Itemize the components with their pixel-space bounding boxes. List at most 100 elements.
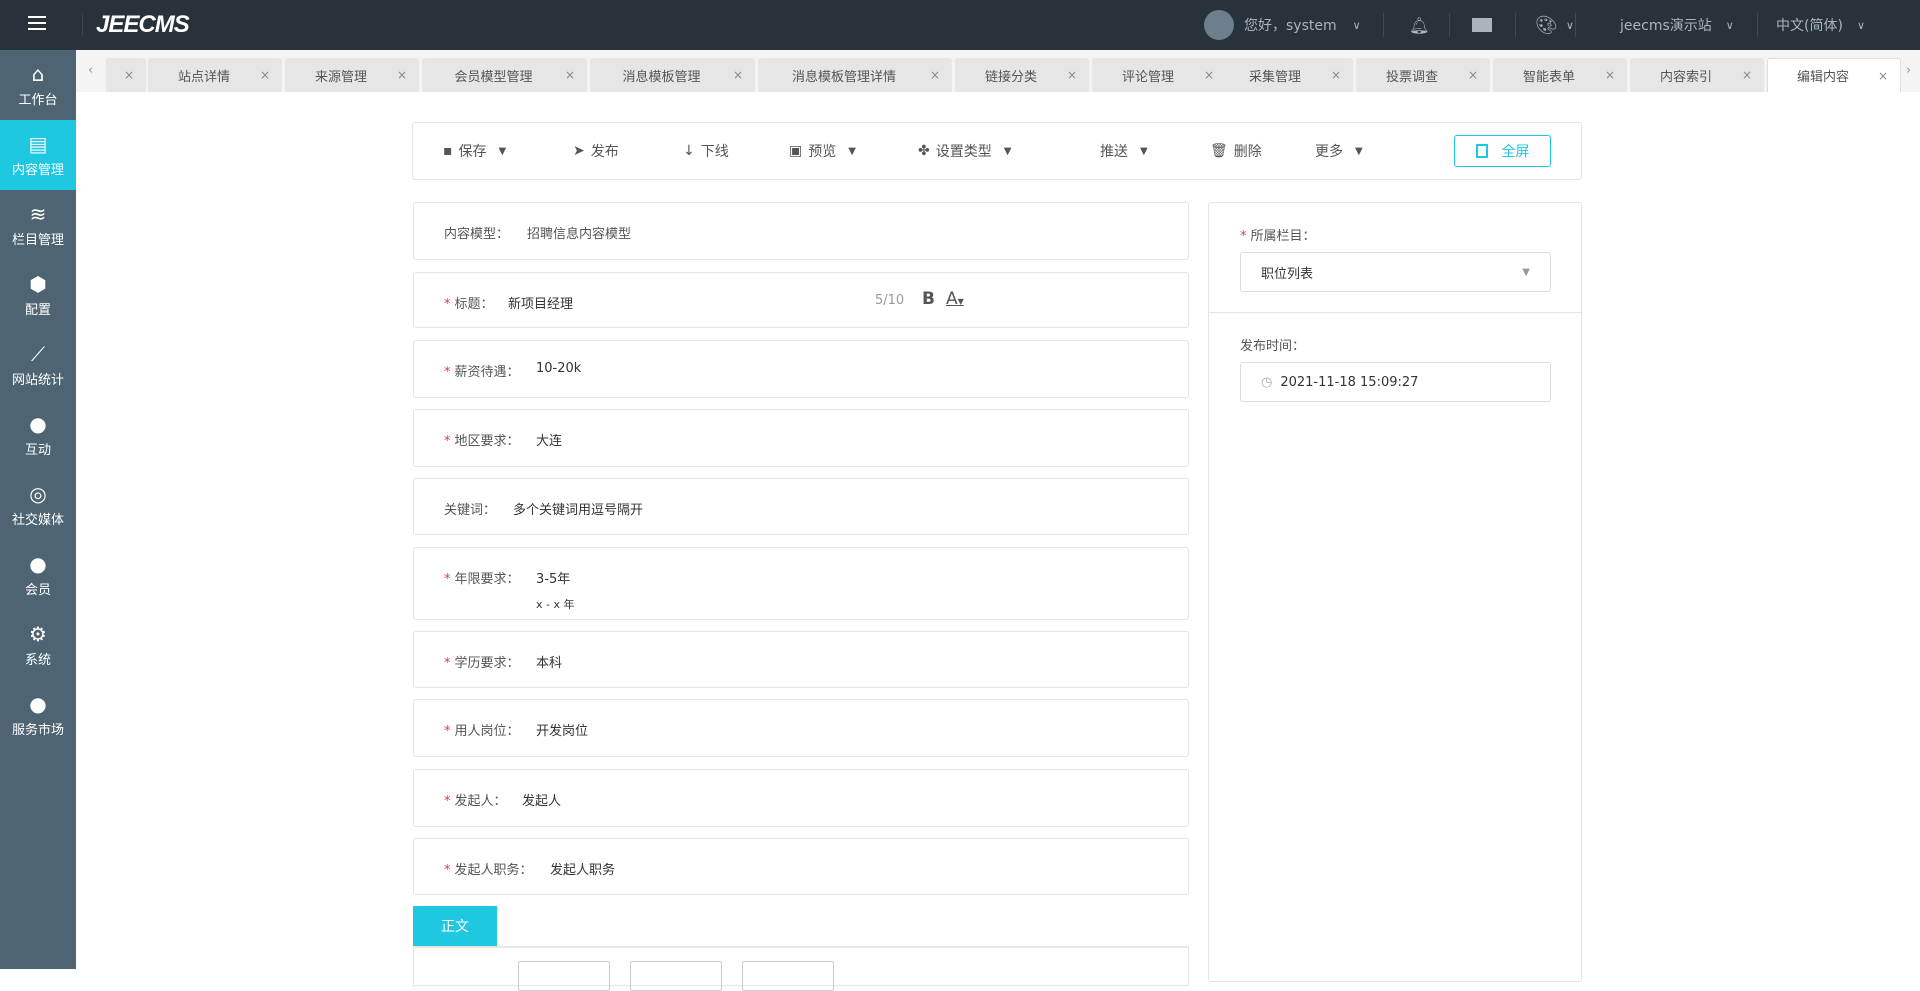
years-input[interactable]: 3-5年 xyxy=(536,568,570,587)
sidebar-item-label: 社交媒体 xyxy=(11,512,64,528)
field-label: 关键词： xyxy=(444,503,497,518)
tab-body[interactable]: 正文 xyxy=(413,906,497,946)
tab[interactable]: 站点详情 × xyxy=(148,58,282,92)
sidebar-item-stats[interactable]: ⟋ 网站统计 xyxy=(0,330,76,400)
tab[interactable]: 评论管理 × xyxy=(1092,58,1226,92)
sidebar-item-label: 互动 xyxy=(24,442,51,458)
sidebar-item-label: 配置 xyxy=(24,302,51,318)
keywords-input[interactable]: 多个关键词用逗号隔开 xyxy=(513,499,643,518)
close-icon[interactable]: × xyxy=(1067,68,1089,82)
tab-edit-content[interactable]: 编辑内容 × xyxy=(1767,58,1901,92)
toolbar: ▪ 保存 ▼ ➤ 发布 ↓ 下线 ▣ 预览 ▼ ✤ 设置类型 ▼ 推送 ▼ 🗑︎ 删除 更多 ▼ 全屏 xyxy=(412,122,1582,180)
push-button[interactable]: 推送 ▼ xyxy=(1100,141,1148,161)
document-icon: ▤ xyxy=(28,131,48,156)
sidebar-item-member[interactable]: ● 会员 xyxy=(0,540,76,610)
monitor-icon[interactable] xyxy=(1472,0,1492,50)
close-icon[interactable]: × xyxy=(124,68,146,82)
bell-icon[interactable]: 🔔︎ xyxy=(1409,0,1429,50)
set-type-button[interactable]: ✤ 设置类型 ▼ xyxy=(918,141,1011,161)
fullscreen-icon xyxy=(1475,144,1488,158)
initiator-input[interactable]: 发起人 xyxy=(522,790,561,809)
post-input[interactable]: 开发岗位 xyxy=(536,720,588,739)
sidebar-item-config[interactable]: ⬢ 配置 xyxy=(0,260,76,330)
education-input[interactable]: 本科 xyxy=(536,652,562,671)
tab[interactable]: 来源管理 × xyxy=(285,58,419,92)
bold-icon[interactable]: B xyxy=(922,289,935,309)
tab[interactable]: × xyxy=(106,58,146,92)
delete-button[interactable]: 🗑︎ 删除 xyxy=(1210,141,1262,161)
tab[interactable]: 链接分类 × xyxy=(955,58,1089,92)
channel-label: * 所属栏目： xyxy=(1240,229,1316,244)
close-icon[interactable]: × xyxy=(930,68,952,82)
sidebar-item-interaction[interactable]: ● 互动 xyxy=(0,400,76,470)
chevron-down-icon: ∨ xyxy=(1725,18,1734,32)
close-icon[interactable]: × xyxy=(733,68,755,82)
offline-button[interactable]: ↓ 下线 xyxy=(683,141,729,161)
chart-icon: ⟋ xyxy=(31,341,45,366)
close-icon[interactable]: × xyxy=(565,68,587,82)
language-selector[interactable]: 中文(简体) ∨ xyxy=(1776,0,1865,50)
menu-toggle-icon[interactable] xyxy=(28,16,46,32)
label: 更多 xyxy=(1315,144,1343,160)
user-menu[interactable]: 您好，system ∨ xyxy=(1204,0,1361,50)
tabs-scroll-left-icon[interactable]: ‹ xyxy=(88,63,93,78)
preview-button[interactable]: ▣ 预览 ▼ xyxy=(789,141,856,161)
region-row: * 地区要求： 大连 xyxy=(413,409,1189,467)
close-icon[interactable]: × xyxy=(1878,69,1900,83)
sidebar-item-label: 服务市场 xyxy=(11,722,64,738)
content-model-value: 招聘信息内容模型 xyxy=(527,227,632,242)
field-label: 发起人职务： xyxy=(454,863,533,878)
publish-button[interactable]: ➤ 发布 xyxy=(573,141,619,161)
rich-text-editor[interactable] xyxy=(413,946,1189,991)
chat-icon: ● xyxy=(29,411,47,436)
close-icon[interactable]: × xyxy=(1742,68,1764,82)
editor-select[interactable] xyxy=(518,961,610,991)
chevron-down-icon: ∨ xyxy=(1352,18,1361,32)
char-count: 5/10 xyxy=(875,293,905,308)
tab[interactable]: 采集管理 × xyxy=(1219,58,1353,92)
initiator-row: * 发起人： 发起人 xyxy=(413,769,1189,827)
sidebar-item-system[interactable]: ⚙︎ 系统 xyxy=(0,610,76,680)
initiator-title-input[interactable]: 发起人职务 xyxy=(550,859,615,878)
save-button[interactable]: ▪ 保存 ▼ xyxy=(443,141,506,161)
home-icon: ⌂ xyxy=(31,61,45,86)
fullscreen-button[interactable]: 全屏 xyxy=(1454,135,1551,167)
tab[interactable]: 会员模型管理 × xyxy=(422,58,587,92)
close-icon[interactable]: × xyxy=(397,68,419,82)
sidebar-item-label: 工作台 xyxy=(18,92,58,108)
close-icon[interactable]: × xyxy=(1468,68,1490,82)
title-input[interactable]: 新项目经理 xyxy=(508,293,573,312)
channel-select[interactable]: 职位列表 ▼ xyxy=(1240,252,1551,292)
field-label: 学历要求： xyxy=(454,656,520,671)
editor-select[interactable] xyxy=(630,961,722,991)
site-selector[interactable]: jeecms演示站 ∨ xyxy=(1620,0,1734,50)
salary-input[interactable]: 10-20k xyxy=(536,361,581,376)
close-icon[interactable]: × xyxy=(1331,68,1353,82)
tab-label: 内容索引 xyxy=(1659,69,1712,85)
label: 全屏 xyxy=(1501,144,1530,160)
tab[interactable]: 内容索引 × xyxy=(1630,58,1764,92)
tab-label: 站点详情 xyxy=(177,69,230,85)
publish-time-input[interactable]: ◷ 2021-11-18 15:09:27 xyxy=(1240,362,1551,402)
close-icon[interactable]: × xyxy=(1605,68,1627,82)
tabs-scroll-right-icon[interactable]: › xyxy=(1906,63,1911,78)
tab[interactable]: 消息模板管理 × xyxy=(590,58,755,92)
close-icon[interactable]: × xyxy=(260,68,282,82)
sidebar-item-content[interactable]: ▤ 内容管理 xyxy=(0,120,76,190)
layers-icon: ≋ xyxy=(29,201,47,226)
caret-down-icon: ▼ xyxy=(1522,266,1530,278)
sidebar-item-workbench[interactable]: ⌂ 工作台 xyxy=(0,50,76,120)
sidebar-item-channel[interactable]: ≋ 栏目管理 xyxy=(0,190,76,260)
tab[interactable]: 投票调查 × xyxy=(1356,58,1490,92)
more-button[interactable]: 更多 ▼ xyxy=(1315,141,1363,161)
theme-palette-icon[interactable]: 🎨︎ ∨ xyxy=(1535,0,1574,50)
font-color-icon[interactable]: A▼ xyxy=(946,289,964,309)
editor-select[interactable] xyxy=(742,961,834,991)
tab[interactable]: 消息模板管理详情 × xyxy=(758,58,952,92)
cube-icon: ⬢ xyxy=(29,271,47,296)
region-input[interactable]: 大连 xyxy=(536,430,562,449)
sidebar-item-social[interactable]: ◎ 社交媒体 xyxy=(0,470,76,540)
years-row: * 年限要求： 3-5年 x - x 年 xyxy=(413,547,1189,620)
sidebar-item-market[interactable]: ● 服务市场 xyxy=(0,680,76,750)
tab[interactable]: 智能表单 × xyxy=(1493,58,1627,92)
